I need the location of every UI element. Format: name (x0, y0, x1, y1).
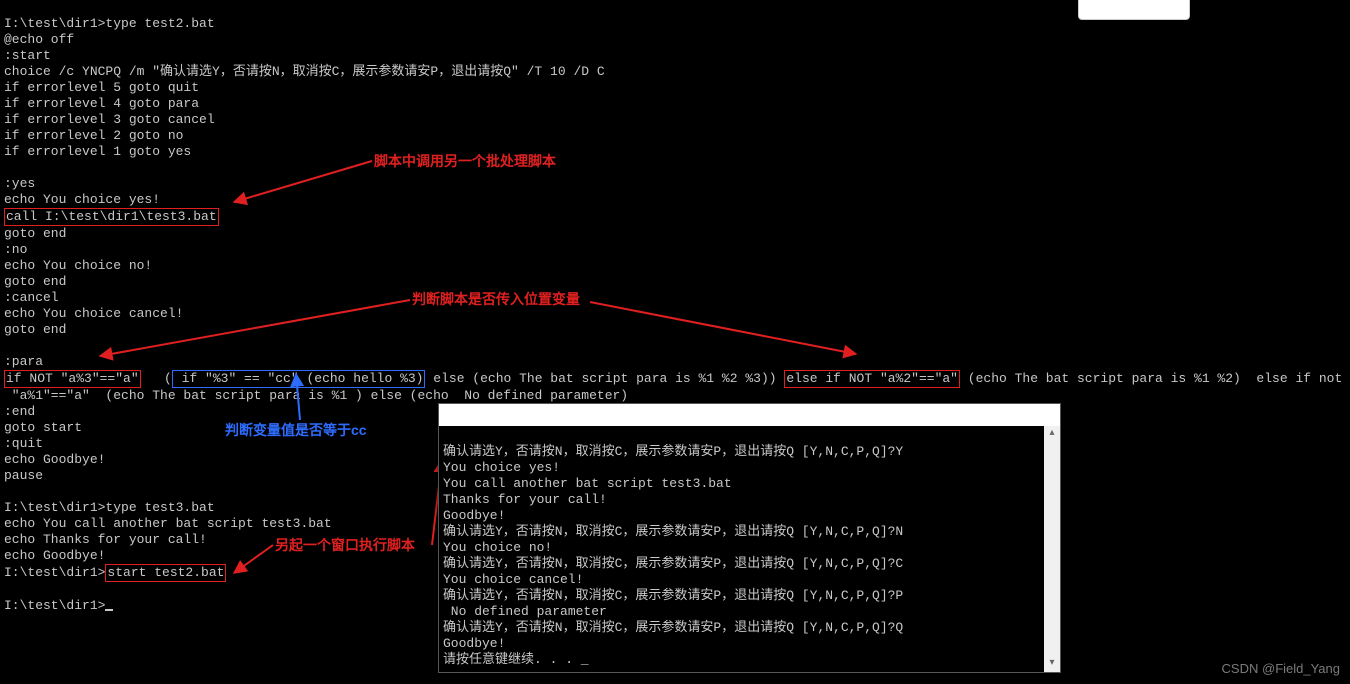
child-line: Goodbye! (443, 508, 505, 523)
para-seg: else (echo The bat script para is %1 %2 … (425, 371, 784, 386)
term-line: goto start (4, 420, 82, 435)
scroll-down-icon[interactable]: ▾ (1044, 656, 1060, 672)
term-line: echo Thanks for your call! (4, 532, 207, 547)
term-line: if errorlevel 5 goto quit (4, 80, 199, 95)
if-cc-box: if "%3" == "cc" (echo hello %3) (172, 370, 426, 388)
start-cmd: start test2.bat (107, 565, 224, 580)
term-line: if errorlevel 1 goto yes (4, 144, 191, 159)
child-line: You call another bat script test3.bat (443, 476, 732, 491)
term-line: :quit (4, 436, 43, 451)
term-line: I:\test\dir1>type test3.bat (4, 500, 215, 515)
term-line: :start (4, 48, 51, 63)
term-line: goto end (4, 274, 66, 289)
watermark: CSDN @Field_Yang (1222, 661, 1340, 677)
term-line: echo You choice cancel! (4, 306, 183, 321)
term-line: echo You choice no! (4, 258, 152, 273)
child-line: Thanks for your call! (443, 492, 607, 507)
para-seg: if NOT "a%3"=="a" (6, 371, 139, 386)
term-line: echo You choice yes! (4, 192, 160, 207)
term-line: :end (4, 404, 35, 419)
anno-new-window: 另起一个窗口执行脚本 (275, 537, 415, 553)
scrollbar[interactable]: ▴ ▾ (1044, 426, 1060, 672)
child-line: You choice cancel! (443, 572, 583, 587)
child-line: 确认请选Y，否请按N，取消按C，展示参数请安P，退出请按Q [Y,N,C,P,Q… (443, 620, 903, 635)
para-cont: "a%1"=="a" (echo The bat script para is … (4, 388, 628, 403)
start-cmd-box: start test2.bat (105, 564, 226, 582)
term-line: :para (4, 354, 43, 369)
child-line: 确认请选Y，否请按N，取消按C，展示参数请安P，退出请按Q [Y,N,C,P,Q… (443, 556, 903, 571)
term-line: if errorlevel 3 goto cancel (4, 112, 215, 127)
child-terminal[interactable]: 确认请选Y，否请按N，取消按C，展示参数请安P，退出请按Q [Y,N,C,P,Q… (439, 426, 1044, 672)
term-line: I:\test\dir1>type test2.bat (4, 16, 215, 31)
call-line: call I:\test\dir1\test3.bat (6, 209, 217, 224)
term-line: :yes (4, 176, 35, 191)
anno-check-pos-var: 判断脚本是否传入位置变量 (412, 291, 580, 307)
para-seg: else if NOT "a%2"=="a" (786, 371, 958, 386)
term-line: @echo off (4, 32, 74, 47)
term-line: echo Goodbye! (4, 548, 105, 563)
term-line: I:\test\dir1> (4, 598, 105, 613)
term-line: pause (4, 468, 43, 483)
if-not-a3-box: if NOT "a%3"=="a" (4, 370, 141, 388)
start-line-prefix: I:\test\dir1> (4, 565, 105, 580)
term-line: if errorlevel 2 goto no (4, 128, 183, 143)
child-line: 请按任意键继续. . . _ (443, 652, 589, 667)
term-line: :cancel (4, 290, 59, 305)
child-line: Goodbye! (443, 636, 505, 651)
term-line: goto end (4, 226, 66, 241)
child-line: You choice no! (443, 540, 552, 555)
para-seg: ( (164, 371, 172, 386)
term-line: echo Goodbye! (4, 452, 105, 467)
anno-check-cc: 判断变量值是否等于cc (225, 422, 367, 438)
child-line: 确认请选Y，否请按N，取消按C，展示参数请安P，退出请按Q [Y,N,C,P,Q… (443, 524, 903, 539)
call-line-box: call I:\test\dir1\test3.bat (4, 208, 219, 226)
child-line: You choice yes! (443, 460, 560, 475)
para-seg: (echo The bat script para is %1 %2) else… (960, 371, 1342, 386)
term-line: choice /c YNCPQ /m "确认请选Y，否请按N，取消按C，展示参数… (4, 64, 605, 79)
para-seg: if "%3" == "cc" (echo hello %3) (174, 371, 424, 386)
term-line: goto end (4, 322, 66, 337)
term-line: :no (4, 242, 27, 257)
child-line: No defined parameter (443, 604, 607, 619)
else-if-not-a2-box: else if NOT "a%2"=="a" (784, 370, 960, 388)
child-cmd-window[interactable]: - test2.bat 确认请选Y，否请按N，取消按C，展示参数请安P，退出请按… (438, 403, 1061, 673)
term-line: echo You call another bat script test3.b… (4, 516, 332, 531)
cursor-icon (105, 609, 113, 611)
anno-call-script: 脚本中调用另一个批处理脚本 (374, 153, 556, 169)
child-line: 确认请选Y，否请按N，取消按C，展示参数请安P，退出请按Q [Y,N,C,P,Q… (443, 444, 903, 459)
child-line: 确认请选Y，否请按N，取消按C，展示参数请安P，退出请按Q [Y,N,C,P,Q… (443, 588, 903, 603)
scroll-up-icon[interactable]: ▴ (1044, 426, 1060, 442)
term-line: if errorlevel 4 goto para (4, 96, 199, 111)
